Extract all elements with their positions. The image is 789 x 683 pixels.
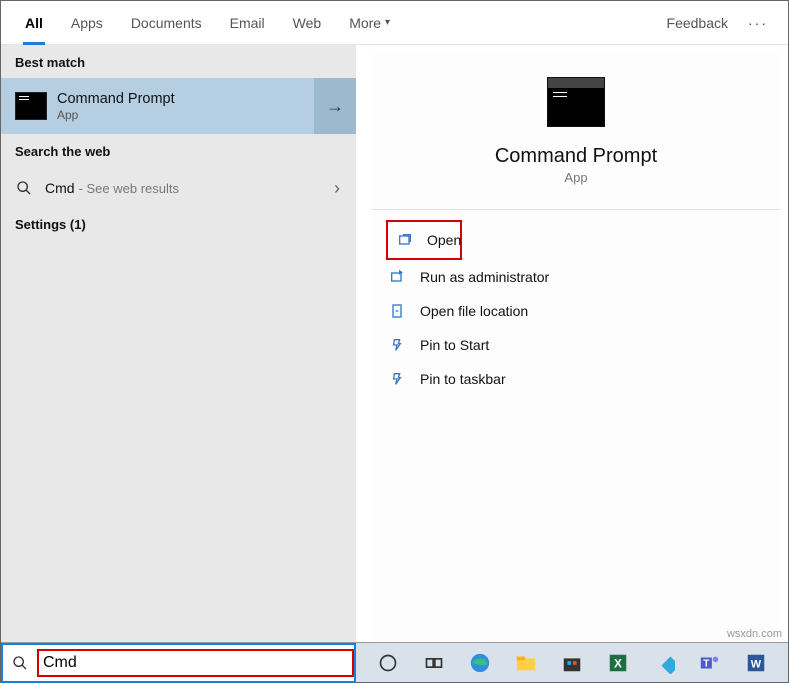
search-icon (15, 179, 33, 197)
search-icon (3, 655, 37, 671)
pin-icon (388, 370, 406, 388)
action-open-location-label: Open file location (420, 303, 528, 319)
teams-icon[interactable]: T (698, 651, 722, 675)
shield-icon (388, 268, 406, 286)
tab-all[interactable]: All (11, 1, 57, 45)
kodi-icon[interactable] (652, 651, 676, 675)
svg-text:T: T (703, 658, 710, 669)
action-open[interactable]: Open (389, 223, 459, 257)
action-pin-start[interactable]: Pin to Start (380, 328, 772, 362)
search-input[interactable] (37, 649, 354, 677)
folder-icon (388, 302, 406, 320)
svg-text:W: W (751, 658, 762, 670)
feedback-link[interactable]: Feedback (657, 15, 738, 31)
web-result-title: Cmd (45, 180, 75, 196)
cortana-icon[interactable] (376, 651, 400, 675)
web-result-item[interactable]: Cmd - See web results › (1, 167, 356, 209)
expand-result-button[interactable]: → (314, 78, 356, 134)
search-web-header: Search the web (1, 134, 356, 167)
preview-subtitle: App (564, 170, 587, 185)
action-pin-start-label: Pin to Start (420, 337, 489, 353)
web-result-subtitle: - See web results (79, 181, 179, 196)
results-body: Best match Command Prompt App → Search t… (1, 45, 788, 642)
best-match-subtitle: App (57, 108, 175, 122)
preview-title: Command Prompt (495, 145, 657, 168)
action-open-label: Open (427, 232, 461, 248)
task-view-icon[interactable] (422, 651, 446, 675)
watermark: wsxdn.com (727, 628, 782, 640)
tab-email[interactable]: Email (216, 1, 279, 45)
action-open-location[interactable]: Open file location (380, 294, 772, 328)
tab-apps[interactable]: Apps (57, 1, 117, 45)
tab-documents[interactable]: Documents (117, 1, 216, 45)
store-icon[interactable] (560, 651, 584, 675)
best-match-item[interactable]: Command Prompt App → (1, 78, 356, 134)
tab-web[interactable]: Web (279, 1, 336, 45)
action-run-admin[interactable]: Run as administrator (380, 260, 772, 294)
taskbar-icons: X T W (356, 651, 768, 675)
divider (372, 209, 780, 210)
settings-group-header[interactable]: Settings (1) (1, 209, 356, 240)
command-prompt-icon (15, 92, 47, 120)
tab-more[interactable]: More ▾ (335, 1, 404, 45)
command-prompt-icon (547, 77, 605, 127)
more-options-button[interactable]: ··· (738, 15, 778, 31)
best-match-header: Best match (1, 45, 356, 78)
action-pin-taskbar-label: Pin to taskbar (420, 371, 506, 387)
edge-icon[interactable] (468, 651, 492, 675)
word-icon[interactable]: W (744, 651, 768, 675)
svg-text:X: X (614, 656, 622, 670)
start-search-window: All Apps Documents Email Web More ▾ Feed… (0, 0, 789, 683)
action-pin-taskbar[interactable]: Pin to taskbar (380, 362, 772, 396)
taskbar: X T W (1, 642, 788, 682)
chevron-down-icon: ▾ (385, 17, 390, 28)
best-match-text: Command Prompt App (57, 91, 175, 122)
open-icon (397, 231, 413, 249)
action-list: Open Run as administrator Open file l (372, 220, 780, 396)
excel-icon[interactable]: X (606, 651, 630, 675)
results-list: Best match Command Prompt App → Search t… (1, 45, 356, 642)
chevron-right-icon: › (334, 178, 340, 199)
best-match-title: Command Prompt (57, 91, 175, 107)
taskbar-search-box[interactable] (1, 643, 356, 683)
preview-pane: Command Prompt App Open (356, 45, 788, 642)
pin-icon (388, 336, 406, 354)
action-run-admin-label: Run as administrator (420, 269, 549, 285)
file-explorer-icon[interactable] (514, 651, 538, 675)
app-preview: Command Prompt App (372, 53, 780, 185)
filter-tabs: All Apps Documents Email Web More ▾ Feed… (1, 1, 788, 45)
